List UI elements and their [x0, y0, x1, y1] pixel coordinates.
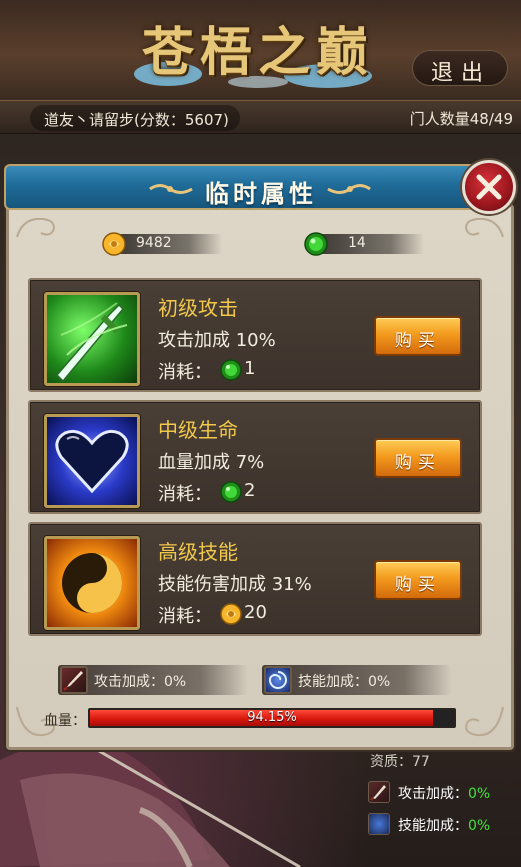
exit-label: 退出 — [430, 61, 491, 86]
info-bar: 道友丶请留步(分数：5607) 门人数量48/49 — [0, 100, 521, 134]
gem-currency: 14 — [304, 230, 424, 258]
buy-button-label: 购买 — [395, 575, 441, 595]
gold-currency: 9482 — [102, 230, 222, 258]
bg-skill-bonus-text: 技能加成：0% — [398, 818, 491, 834]
attack-bonus-text: 攻击加成：0% — [94, 674, 187, 690]
item-card-health: 中级生命 血量加成 7% 消耗： 2 购买 — [28, 400, 482, 514]
item-name: 中级生命 — [158, 418, 238, 442]
buy-button[interactable]: 购买 — [374, 438, 462, 478]
player-score-text: 道友丶请留步(分数：5607) — [44, 111, 229, 129]
yin-yang-icon — [44, 536, 140, 630]
game-title-logo: 苍梧之巅 — [128, 4, 388, 90]
dialog-title: 临时属性 — [205, 180, 317, 208]
dagger-icon — [368, 781, 390, 803]
swirl-icon — [368, 813, 390, 835]
item-cost-label: 消耗： — [158, 362, 212, 383]
attack-bonus: 攻击加成：0% — [58, 665, 248, 695]
buy-button-label: 购买 — [395, 453, 441, 473]
currency-bar: 9482 14 — [24, 230, 496, 258]
dagger-icon — [60, 666, 88, 694]
close-x-icon — [476, 174, 502, 200]
bg-attack-bonus-text: 攻击加成：0% — [398, 786, 491, 802]
top-banner: 苍梧之巅 退出 — [0, 0, 521, 100]
member-count-text: 门人数量48/49 — [409, 110, 513, 128]
skill-bonus: 技能加成：0% — [262, 665, 452, 695]
quality-text: 资质：77 — [370, 754, 430, 770]
item-card-skill: 高级技能 技能伤害加成 31% 消耗： 20 购买 — [28, 522, 482, 636]
sword-icon — [44, 292, 140, 386]
item-effect: 技能伤害加成 31% — [158, 574, 312, 595]
item-name: 高级技能 — [158, 540, 238, 564]
item-cost-value: 20 — [244, 602, 267, 623]
green-gem-icon — [220, 481, 242, 503]
item-effect: 血量加成 7% — [158, 452, 265, 473]
buy-button[interactable]: 购买 — [374, 560, 462, 600]
skill-bonus-text: 技能加成：0% — [298, 674, 391, 690]
hp-bar: 94.15% — [88, 708, 456, 728]
player-score-pill: 道友丶请留步(分数：5607) — [30, 105, 240, 131]
item-cost-label: 消耗： — [158, 484, 212, 505]
item-cost-value: 1 — [244, 358, 256, 379]
dialog-header: 临时属性 — [4, 164, 478, 210]
item-effect: 攻击加成 10% — [158, 330, 276, 351]
bg-skill-bonus: 技能加成：0% — [366, 811, 516, 837]
close-button[interactable] — [462, 160, 516, 214]
bg-attack-bonus: 攻击加成：0% — [366, 779, 516, 805]
hp-label: 血量： — [44, 713, 86, 729]
buy-button-label: 购买 — [395, 331, 441, 351]
gold-coin-icon — [220, 603, 242, 625]
hp-percent-text: 94.15% — [247, 710, 297, 725]
gem-value: 14 — [348, 235, 366, 251]
buy-button[interactable]: 购买 — [374, 316, 462, 356]
green-gem-icon — [220, 359, 242, 381]
green-gem-icon — [304, 232, 328, 256]
gem-currency-strip — [314, 234, 424, 254]
exit-button[interactable]: 退出 — [412, 50, 508, 86]
item-cost-label: 消耗： — [158, 606, 212, 627]
item-card-attack: 初级攻击 攻击加成 10% 消耗： 1 购买 — [28, 278, 482, 392]
item-name: 初级攻击 — [158, 296, 238, 320]
gold-value: 9482 — [136, 235, 172, 251]
heart-icon — [44, 414, 140, 508]
gold-coin-icon — [102, 232, 126, 256]
item-cost-value: 2 — [244, 480, 256, 501]
swirl-icon — [264, 666, 292, 694]
game-title: 苍梧之巅 — [141, 22, 374, 83]
